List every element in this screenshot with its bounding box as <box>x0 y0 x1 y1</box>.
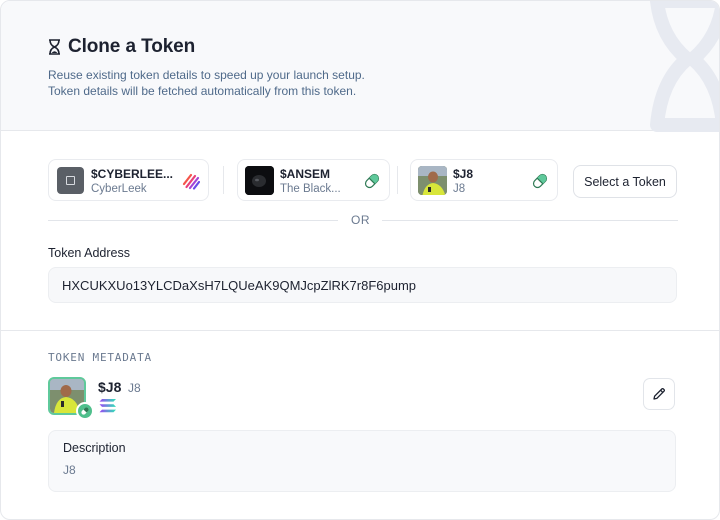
token-image <box>245 166 274 195</box>
hourglass-watermark-icon <box>650 1 719 132</box>
token-metadata-heading: TOKEN METADATA <box>48 351 152 364</box>
stripes-icon <box>182 173 200 190</box>
description-value: J8 <box>63 463 76 477</box>
metadata-name: J8 <box>128 381 141 395</box>
token-name: J8 <box>453 183 466 195</box>
token-card-j8[interactable]: $J8 J8 <box>410 159 558 201</box>
token-symbol: $J8 <box>453 167 474 181</box>
or-line-right <box>382 220 678 221</box>
page-title: Clone a Token <box>68 36 196 57</box>
edit-metadata-button[interactable] <box>643 378 675 410</box>
subtitle-line-1: Reuse existing token details to speed up… <box>48 68 365 82</box>
token-image <box>418 166 447 195</box>
or-line-left <box>48 220 338 221</box>
token-separator <box>397 166 398 194</box>
pill-icon <box>532 173 548 189</box>
token-card-cyberleek[interactable]: $CYBERLEE... CyberLeek <box>48 159 209 201</box>
token-name: CyberLeek <box>91 183 147 195</box>
or-label: OR <box>351 213 370 227</box>
hourglass-icon <box>48 38 62 56</box>
page-subtitle: Reuse existing token details to speed up… <box>48 67 468 99</box>
description-box: Description J8 <box>48 430 676 492</box>
token-address-label: Token Address <box>48 246 130 260</box>
token-symbol: $CYBERLEE... <box>91 167 174 181</box>
pill-icon <box>364 173 380 189</box>
pill-icon <box>76 402 94 420</box>
token-address-input[interactable]: HXCUKXUo13YLCDaXsH7LQUeAK9QMJcpZlRK7r8F6… <box>48 267 677 303</box>
pencil-icon <box>653 387 666 400</box>
metadata-symbol: $J8 <box>98 379 122 395</box>
solana-icon <box>99 399 116 413</box>
clone-token-panel: Clone a Token Reuse existing token detai… <box>0 0 720 520</box>
description-label: Description <box>63 441 126 455</box>
token-separator <box>223 166 224 194</box>
header: Clone a Token Reuse existing token detai… <box>1 1 719 132</box>
section-divider <box>1 330 719 331</box>
token-image <box>56 166 85 195</box>
or-divider: OR <box>48 213 678 227</box>
token-symbol: $ANSEM <box>280 167 331 181</box>
token-name: The Black... <box>280 183 341 195</box>
token-card-ansem[interactable]: $ANSEM The Black... <box>237 159 390 201</box>
subtitle-line-2: Token details will be fetched automatica… <box>48 84 357 98</box>
select-token-button[interactable]: Select a Token <box>573 165 677 198</box>
